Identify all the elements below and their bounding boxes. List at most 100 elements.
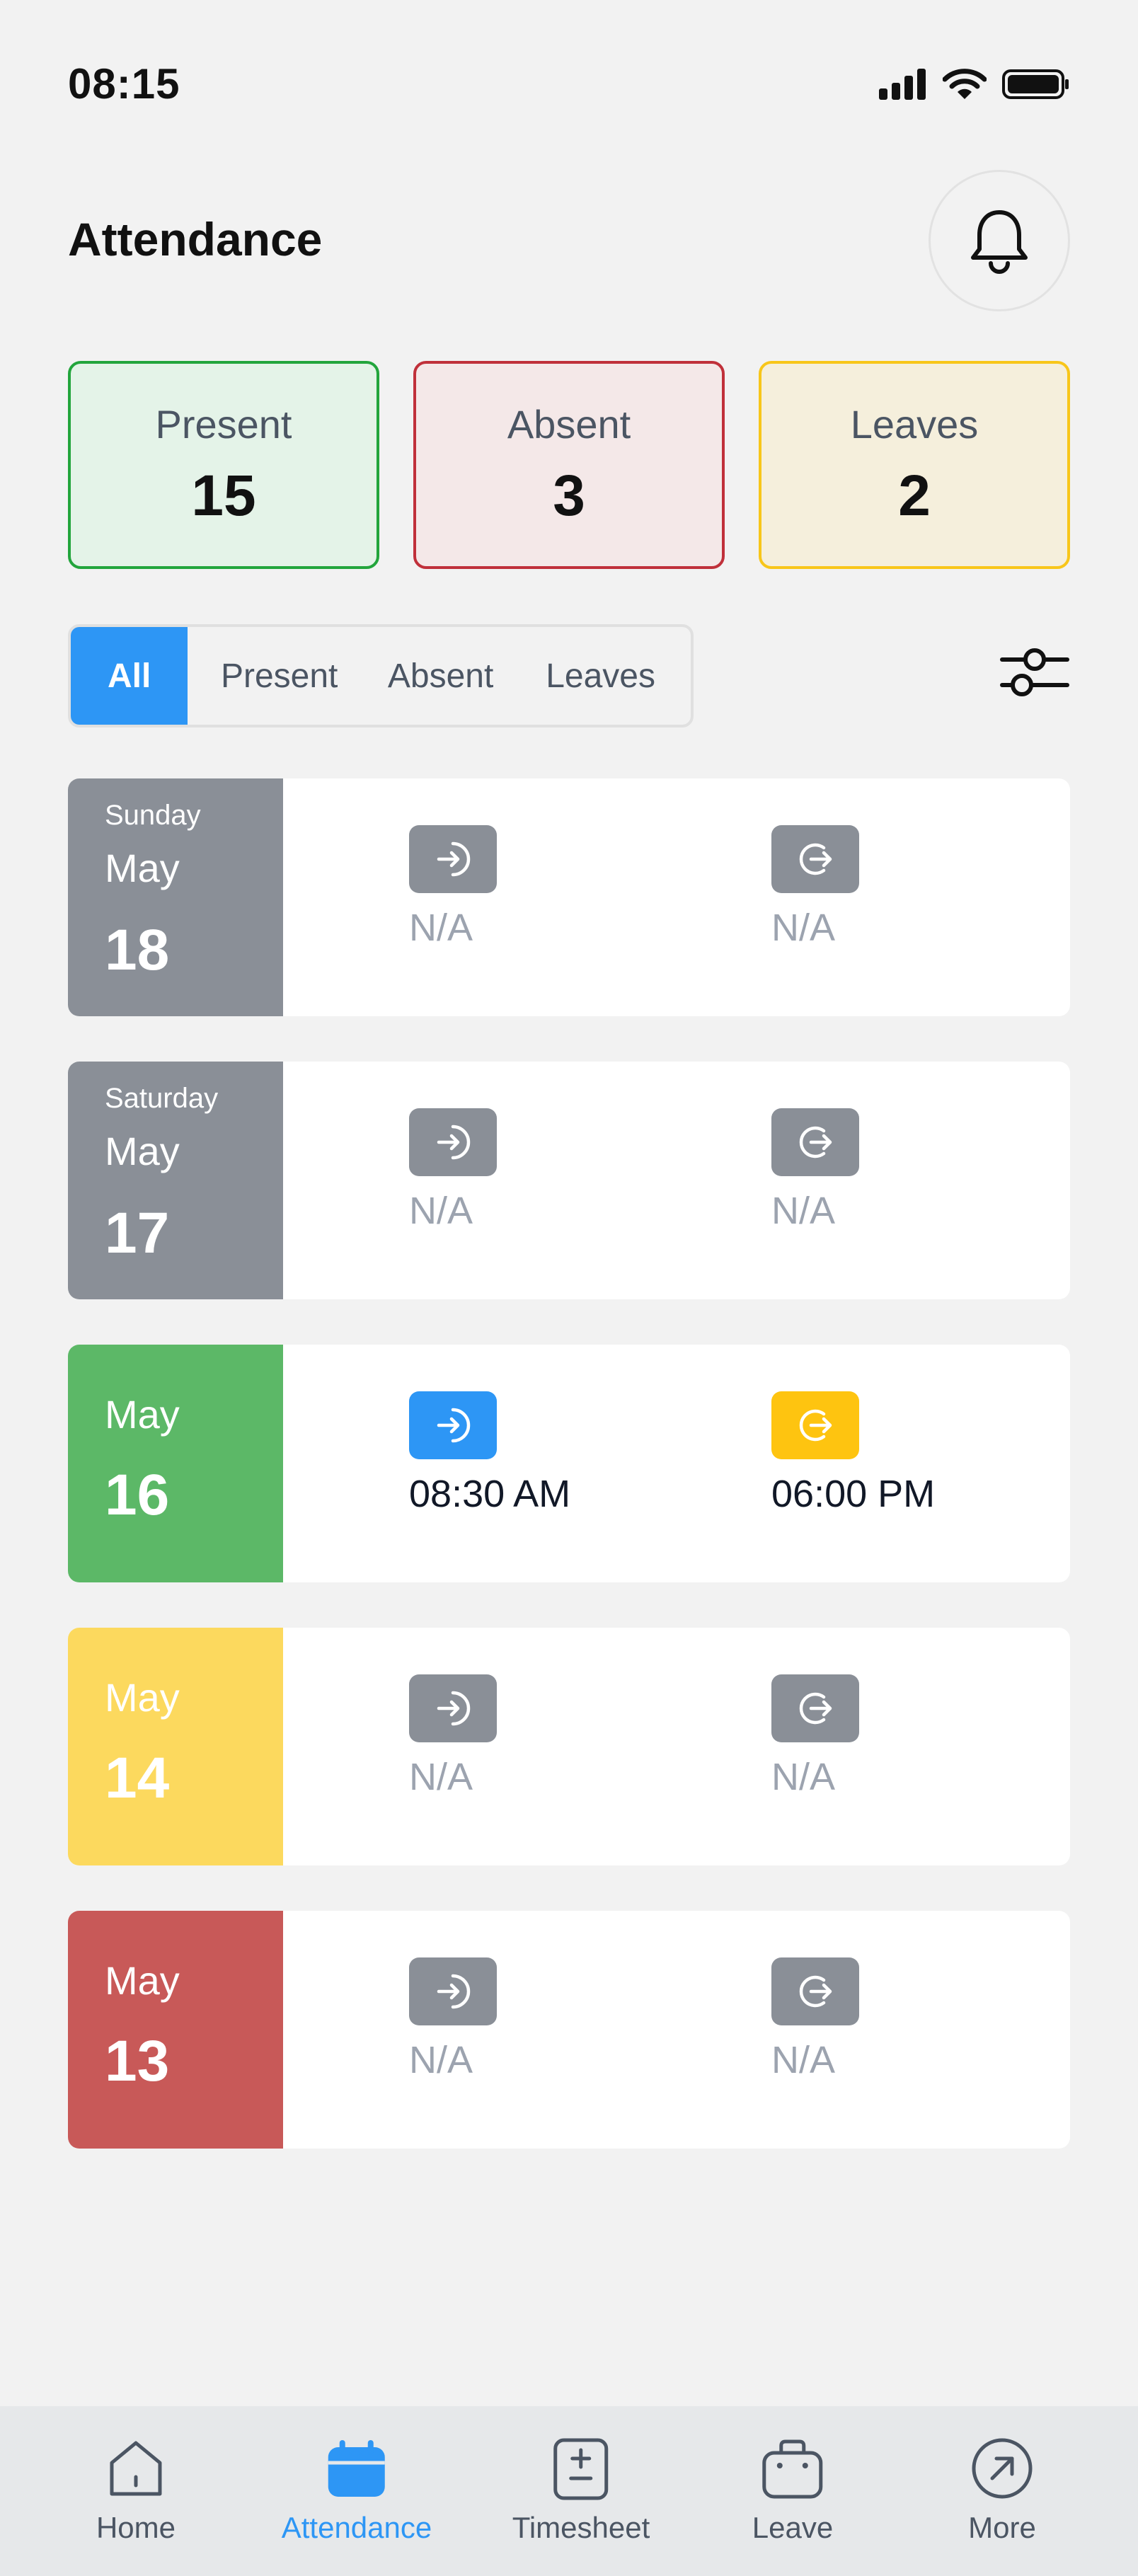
nav-leave[interactable]: Leave — [752, 2434, 833, 2545]
wifi-icon — [943, 69, 987, 99]
check-in-time: 08:30 AM — [409, 1473, 571, 1515]
bell-icon — [971, 210, 1028, 274]
date-block: May 13 — [68, 1911, 283, 2149]
briefcase-icon — [762, 2439, 823, 2499]
filter-tabs: All Present Absent Leaves — [68, 624, 694, 728]
date-block: May 14 — [68, 1628, 283, 1865]
check-in-badge — [409, 1674, 497, 1742]
calendar-icon — [328, 2440, 385, 2497]
cellular-signal-icon — [879, 69, 926, 100]
logout-icon — [799, 1975, 832, 2008]
month: May — [105, 1129, 180, 1173]
bottom-nav: Home Attendance Timesheet Leave More — [0, 2406, 1138, 2576]
check-out-time: N/A — [771, 907, 836, 949]
login-icon — [437, 1125, 471, 1160]
page-title: Attendance — [68, 213, 323, 265]
check-out: N/A — [771, 1957, 859, 2082]
filter-tab-leaves[interactable]: Leaves — [510, 627, 691, 725]
day-number: 13 — [105, 2029, 170, 2093]
check-in-badge — [409, 1108, 497, 1176]
login-icon — [437, 1408, 471, 1443]
nav-label: Leave — [752, 2511, 834, 2544]
nav-attendance[interactable]: Attendance — [282, 2434, 432, 2545]
day-name: Saturday — [105, 1083, 219, 1114]
logout-icon — [799, 1409, 832, 1442]
nav-label: More — [968, 2511, 1036, 2544]
day-number: 17 — [105, 1201, 170, 1265]
attendance-record[interactable]: May 16 08:30 AM 06:00 PM — [68, 1345, 1070, 1582]
check-in-badge — [409, 1391, 497, 1459]
battery-icon — [1002, 69, 1069, 99]
sliders-icon — [1000, 648, 1069, 696]
check-in-badge — [409, 825, 497, 893]
check-in: N/A — [409, 825, 497, 950]
day-name: Sunday — [105, 800, 201, 831]
summary-value: 2 — [898, 463, 931, 528]
check-out-time: N/A — [771, 1756, 836, 1798]
logout-icon — [799, 1692, 832, 1725]
arrow-up-right-icon — [972, 2438, 1033, 2499]
date-block: Sunday May 18 — [68, 778, 283, 1016]
notifications-button[interactable] — [929, 170, 1070, 311]
nav-timesheet[interactable]: Timesheet — [512, 2434, 650, 2545]
attendance-record[interactable]: Saturday May 17 N/A N/A — [68, 1062, 1070, 1299]
day-number: 14 — [105, 1746, 170, 1810]
login-icon — [437, 1974, 471, 2009]
present-summary-card: Present 15 — [68, 361, 379, 569]
summary-value: 15 — [191, 463, 256, 528]
check-out-badge — [771, 1108, 859, 1176]
day-number: 16 — [105, 1463, 170, 1527]
status-time: 08:15 — [68, 60, 180, 108]
check-out-time: N/A — [771, 1190, 836, 1232]
nav-label: Home — [96, 2511, 176, 2544]
check-in-time: N/A — [409, 1190, 473, 1232]
attendance-record[interactable]: May 14 N/A N/A — [68, 1628, 1070, 1865]
leaves-summary-card: Leaves 2 — [759, 361, 1070, 569]
summary-label: Present — [155, 401, 292, 447]
check-out-badge — [771, 825, 859, 893]
login-icon — [437, 1691, 471, 1726]
month: May — [105, 846, 180, 890]
home-icon — [110, 2441, 162, 2496]
login-icon — [437, 841, 471, 877]
check-in-time: N/A — [409, 1756, 473, 1798]
month: May — [105, 1958, 180, 2003]
status-icons — [879, 68, 1070, 100]
check-in-badge — [409, 1957, 497, 2025]
check-out: N/A — [771, 825, 859, 950]
check-in: N/A — [409, 1674, 497, 1799]
summary-label: Absent — [507, 401, 631, 447]
filter-tab-absent[interactable]: Absent — [371, 627, 510, 725]
check-in-time: N/A — [409, 2039, 473, 2081]
attendance-record[interactable]: Sunday May 18 N/A N/A — [68, 778, 1070, 1016]
check-in: N/A — [409, 1957, 497, 2082]
nav-more[interactable]: More — [968, 2434, 1036, 2545]
attendance-record[interactable]: May 13 N/A N/A — [68, 1911, 1070, 2149]
check-in: N/A — [409, 1108, 497, 1233]
check-out: 06:00 PM — [771, 1391, 935, 1516]
date-block: May 16 — [68, 1345, 283, 1582]
summary-label: Leaves — [850, 401, 979, 447]
absent-summary-card: Absent 3 — [413, 361, 725, 569]
check-out-time: N/A — [771, 2039, 836, 2081]
timesheet-icon — [553, 2438, 609, 2500]
check-out-badge — [771, 1391, 859, 1459]
check-out-badge — [771, 1957, 859, 2025]
check-out-time: 06:00 PM — [771, 1473, 936, 1515]
date-block: Saturday May 17 — [68, 1062, 283, 1299]
summary-value: 3 — [553, 463, 585, 528]
filter-tab-all[interactable]: All — [71, 627, 188, 725]
nav-label: Attendance — [281, 2511, 432, 2544]
check-out-badge — [771, 1674, 859, 1742]
nav-label: Timesheet — [512, 2511, 650, 2544]
check-in-time: N/A — [409, 907, 473, 949]
check-out: N/A — [771, 1674, 859, 1799]
filter-tab-present[interactable]: Present — [188, 627, 371, 725]
filter-settings-button[interactable] — [999, 637, 1070, 708]
day-number: 18 — [105, 918, 170, 982]
nav-home[interactable]: Home — [96, 2434, 176, 2545]
logout-icon — [799, 843, 832, 875]
month: May — [105, 1675, 180, 1720]
status-bar: 08:15 — [0, 0, 1138, 170]
check-in: 08:30 AM — [409, 1391, 570, 1516]
